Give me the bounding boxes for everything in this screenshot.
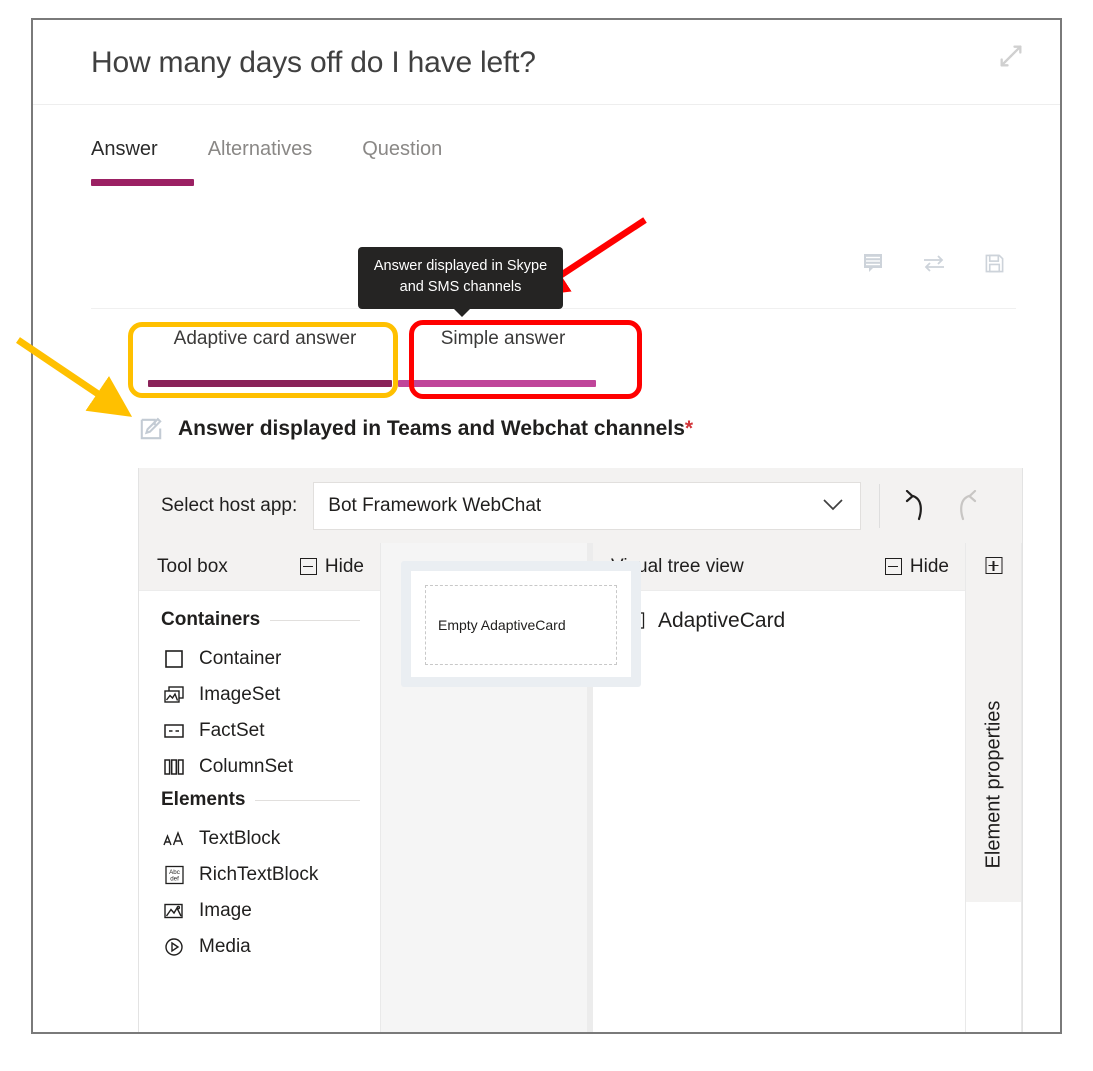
- chevron-down-icon: [822, 495, 844, 517]
- tree-node-adaptivecard-label: AdaptiveCard: [658, 609, 786, 632]
- toolbox-panel: Tool box Hide Containers Container Image…: [139, 543, 381, 1032]
- toolbox-group-containers-label: Containers: [161, 609, 261, 630]
- toolbox-group-elements: Elements: [161, 789, 380, 811]
- qna-editor-panel: How many days off do I have left? Answer…: [31, 18, 1062, 1034]
- column-set-icon: [161, 756, 187, 778]
- card-empty-placeholder[interactable]: Empty AdaptiveCard: [425, 585, 617, 665]
- section-heading-text: Answer displayed in Teams and Webchat ch…: [178, 417, 685, 440]
- main-tab-strip: Answer Alternatives Question: [91, 138, 492, 186]
- text-block-icon: [161, 828, 187, 850]
- tab-adaptive-underline: [148, 380, 392, 387]
- container-square-icon: [161, 648, 187, 670]
- image-icon: [161, 900, 187, 922]
- group-rule: [255, 799, 360, 801]
- tab-answer-label: Answer: [91, 138, 158, 160]
- collapse-minus-icon: [299, 558, 317, 575]
- toolbox-body: Containers Container ImageSet FactSet Co…: [139, 591, 380, 965]
- required-marker: *: [684, 417, 694, 440]
- toolbox-header: Tool box Hide: [139, 543, 380, 591]
- element-properties-rail[interactable]: Element properties: [966, 543, 1022, 1032]
- tool-item-textblock[interactable]: TextBlock: [161, 821, 380, 857]
- tab-alternatives[interactable]: Alternatives: [208, 138, 341, 161]
- qna-header: How many days off do I have left?: [33, 20, 1060, 105]
- tool-item-richtextblock[interactable]: Abc def RichTextBlock: [161, 857, 380, 893]
- tool-item-media[interactable]: Media: [161, 929, 380, 965]
- tool-item-image-label: Image: [199, 900, 252, 921]
- tab-adaptive-card-answer-label: Adaptive card answer: [173, 328, 357, 349]
- tab-question[interactable]: Question: [362, 138, 470, 161]
- group-rule: [270, 619, 360, 621]
- rich-text-block-icon: Abc def: [161, 864, 187, 886]
- undo-arrow-icon[interactable]: [898, 489, 928, 522]
- tab-answer[interactable]: Answer: [91, 138, 194, 186]
- tool-item-container[interactable]: Container: [161, 641, 380, 677]
- tab-alternatives-label: Alternatives: [207, 138, 313, 160]
- redo-arrow-icon[interactable]: [954, 489, 984, 522]
- adaptive-card-designer: Select host app: Bot Framework WebChat T…: [138, 468, 1023, 1032]
- visual-tree-view-panel: Visual tree view Hide AdaptiveCard: [593, 543, 966, 1032]
- card-frame: Empty AdaptiveCard: [401, 561, 641, 687]
- card-canvas[interactable]: Empty AdaptiveCard: [381, 543, 641, 1032]
- tool-item-columnset-label: ColumnSet: [199, 756, 293, 777]
- collapse-minus-icon: [884, 558, 902, 575]
- tool-item-richtextblock-label: RichTextBlock: [199, 864, 319, 885]
- tool-item-imageset[interactable]: ImageSet: [161, 677, 380, 713]
- tab-simple-answer-label: Simple answer: [440, 328, 566, 349]
- tool-item-image[interactable]: Image: [161, 893, 380, 929]
- tool-item-media-label: Media: [199, 936, 251, 957]
- tab-question-label: Question: [362, 138, 443, 160]
- tool-item-factset[interactable]: FactSet: [161, 713, 380, 749]
- host-app-value: Bot Framework WebChat: [328, 494, 542, 516]
- tool-item-columnset[interactable]: ColumnSet: [161, 749, 380, 785]
- expand-plus-icon[interactable]: [985, 557, 1002, 574]
- tool-item-imageset-label: ImageSet: [199, 684, 281, 705]
- element-properties-label: Element properties: [982, 700, 1004, 869]
- answer-toolbar: [862, 252, 1005, 274]
- answer-section-heading: Answer displayed in Teams and Webchat ch…: [138, 416, 693, 442]
- tree-node-adaptivecard[interactable]: AdaptiveCard: [621, 609, 965, 633]
- toolbox-hide-label: Hide: [324, 555, 364, 577]
- toolbox-hide-button[interactable]: Hide: [299, 555, 364, 578]
- toolbox-group-containers: Containers: [161, 609, 380, 631]
- toolbox-group-elements-label: Elements: [161, 789, 246, 810]
- host-app-bar: Select host app: Bot Framework WebChat: [139, 468, 1022, 543]
- tree-view-header: Visual tree view Hide: [593, 543, 965, 591]
- tab-adaptive-card-answer[interactable]: Adaptive card answer: [136, 328, 394, 387]
- media-play-icon: [161, 936, 187, 958]
- save-floppy-icon[interactable]: [984, 253, 1005, 274]
- tab-simple-answer[interactable]: Simple answer: [394, 328, 612, 387]
- tool-item-factset-label: FactSet: [199, 720, 265, 741]
- page-title: How many days off do I have left?: [91, 46, 536, 79]
- tool-item-container-label: Container: [199, 648, 282, 669]
- tree-view-hide-label: Hide: [909, 555, 949, 577]
- tooltip-simple-answer: Answer displayed in Skype and SMS channe…: [358, 247, 563, 318]
- designer-panels: Tool box Hide Containers Container Image…: [139, 543, 1022, 1032]
- tab-simple-underline: [398, 380, 596, 387]
- tree-view-body: AdaptiveCard: [593, 591, 965, 633]
- toolbar-divider: [879, 483, 881, 528]
- host-app-label: Select host app:: [161, 494, 298, 516]
- svg-text:def: def: [170, 876, 179, 883]
- chat-lines-icon[interactable]: [862, 252, 884, 274]
- card-surface[interactable]: Empty AdaptiveCard: [411, 571, 631, 677]
- tool-item-textblock-label: TextBlock: [199, 828, 281, 849]
- expand-collapse-icon[interactable]: [997, 42, 1025, 70]
- fact-set-icon: [161, 720, 187, 742]
- tree-view-hide-button[interactable]: Hide: [884, 555, 949, 578]
- rail-spacer: [966, 902, 1021, 1032]
- edit-pencil-square-icon[interactable]: [138, 416, 164, 442]
- image-set-icon: [161, 684, 187, 706]
- toolbox-title: Tool box: [157, 555, 228, 577]
- answer-type-tab-strip: Adaptive card answer Simple answer: [136, 328, 612, 387]
- host-app-select[interactable]: Bot Framework WebChat: [313, 481, 862, 530]
- swap-arrows-icon[interactable]: [922, 253, 946, 273]
